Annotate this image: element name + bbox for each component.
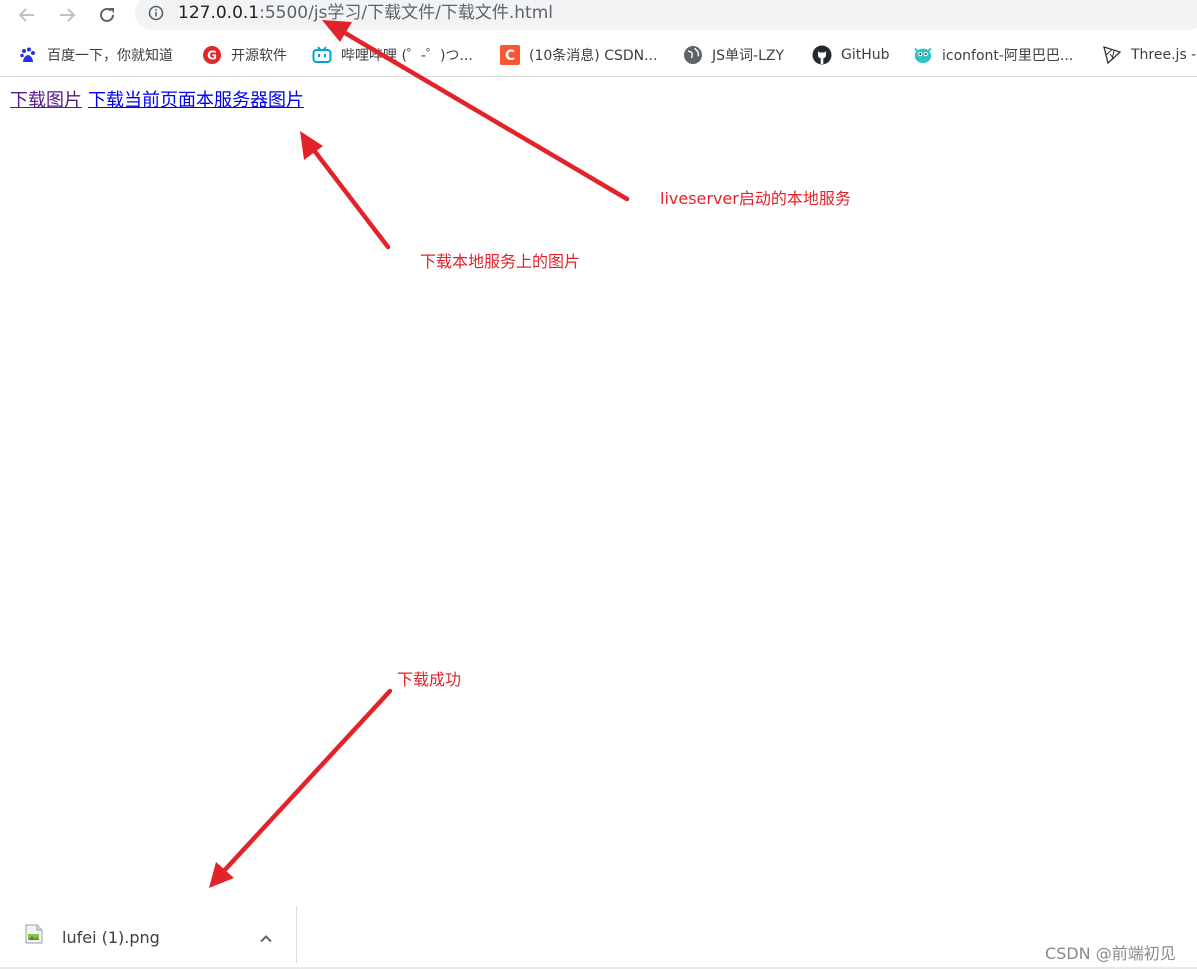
github-icon <box>812 45 832 65</box>
image-file-icon <box>25 924 43 944</box>
bilibili-icon <box>312 45 332 65</box>
bookmark-label: 百度一下，你就知道 <box>47 48 173 64</box>
download-file-name: lufei (1).png <box>62 928 160 947</box>
bookmark-label: 开源软件 <box>231 48 287 64</box>
page-content: 下载图片 下载当前页面本服务器图片 <box>10 89 304 113</box>
bookmark-threejs[interactable]: Three.js - <box>1102 44 1196 66</box>
chevron-up-icon[interactable] <box>256 929 276 949</box>
oschina-icon: G <box>202 45 222 65</box>
reload-button[interactable] <box>94 2 120 28</box>
bookmark-label: 哔哩哔哩 (゜-゜)つ... <box>341 48 473 64</box>
csdn-watermark: CSDN @前端初见 <box>1045 944 1176 963</box>
address-bar[interactable]: 127.0.0.1:5500/js学习/下载文件/下载文件.html <box>135 0 1197 30</box>
reload-icon <box>100 7 114 22</box>
bookmark-baidu[interactable]: 百度一下，你就知道 <box>18 44 173 66</box>
download-shelf: lufei (1).png <box>0 900 1197 969</box>
download-server-image-link[interactable]: 下载当前页面本服务器图片 <box>88 90 304 111</box>
iconfont-icon <box>913 45 933 65</box>
bookmark-oschina[interactable]: G 开源软件 <box>202 44 287 66</box>
threejs-icon <box>1102 45 1122 65</box>
url-host: 127.0.0.1 <box>178 3 260 23</box>
bookmark-bilibili[interactable]: 哔哩哔哩 (゜-゜)つ... <box>312 44 473 66</box>
forward-button[interactable] <box>54 2 80 28</box>
back-button[interactable] <box>14 2 40 28</box>
browser-toolbar: 127.0.0.1:5500/js学习/下载文件/下载文件.html <box>0 0 1197 30</box>
arrow-right-icon <box>60 8 76 22</box>
globe-icon <box>683 45 703 65</box>
download-item[interactable]: lufei (1).png <box>0 906 297 963</box>
baidu-icon <box>18 45 38 65</box>
annotation-liveserver: liveserver启动的本地服务 <box>660 189 851 208</box>
info-icon[interactable] <box>148 5 164 21</box>
bookmark-label: JS单词-LZY <box>712 48 785 64</box>
bookmarks-bar: 百度一下，你就知道 G 开源软件 哔哩哔哩 (゜-゜)つ... C (10条消息… <box>0 36 1197 74</box>
annotation-local-download: 下载本地服务上的图片 <box>420 252 581 271</box>
annotation-arrows <box>209 20 630 888</box>
arrow-left-icon <box>18 8 34 22</box>
toolbar-divider <box>0 76 1197 77</box>
bookmark-label: Three.js - <box>1131 47 1197 63</box>
annotation-success: 下载成功 <box>397 670 462 689</box>
download-image-link[interactable]: 下载图片 <box>10 90 82 111</box>
url-path: :5500/js学习/下载文件/下载文件.html <box>259 3 553 23</box>
bookmark-label: iconfont-阿里巴巴... <box>942 48 1074 64</box>
svg-text:C: C <box>505 48 515 64</box>
bookmark-iconfont[interactable]: iconfont-阿里巴巴... <box>913 44 1073 66</box>
bookmark-csdn[interactable]: C (10条消息) CSDN... <box>500 44 657 66</box>
url-text: 127.0.0.1:5500/js学习/下载文件/下载文件.html <box>178 3 553 23</box>
svg-text:G: G <box>207 49 217 63</box>
bookmark-github[interactable]: GitHub <box>812 44 890 66</box>
arrow-to-server-link <box>300 131 391 250</box>
bookmark-label: (10条消息) CSDN... <box>529 48 658 64</box>
arrow-to-download-item <box>209 688 393 888</box>
bookmark-label: GitHub <box>841 47 890 63</box>
csdn-icon: C <box>500 45 520 65</box>
bookmark-js-words[interactable]: JS单词-LZY <box>683 44 784 66</box>
